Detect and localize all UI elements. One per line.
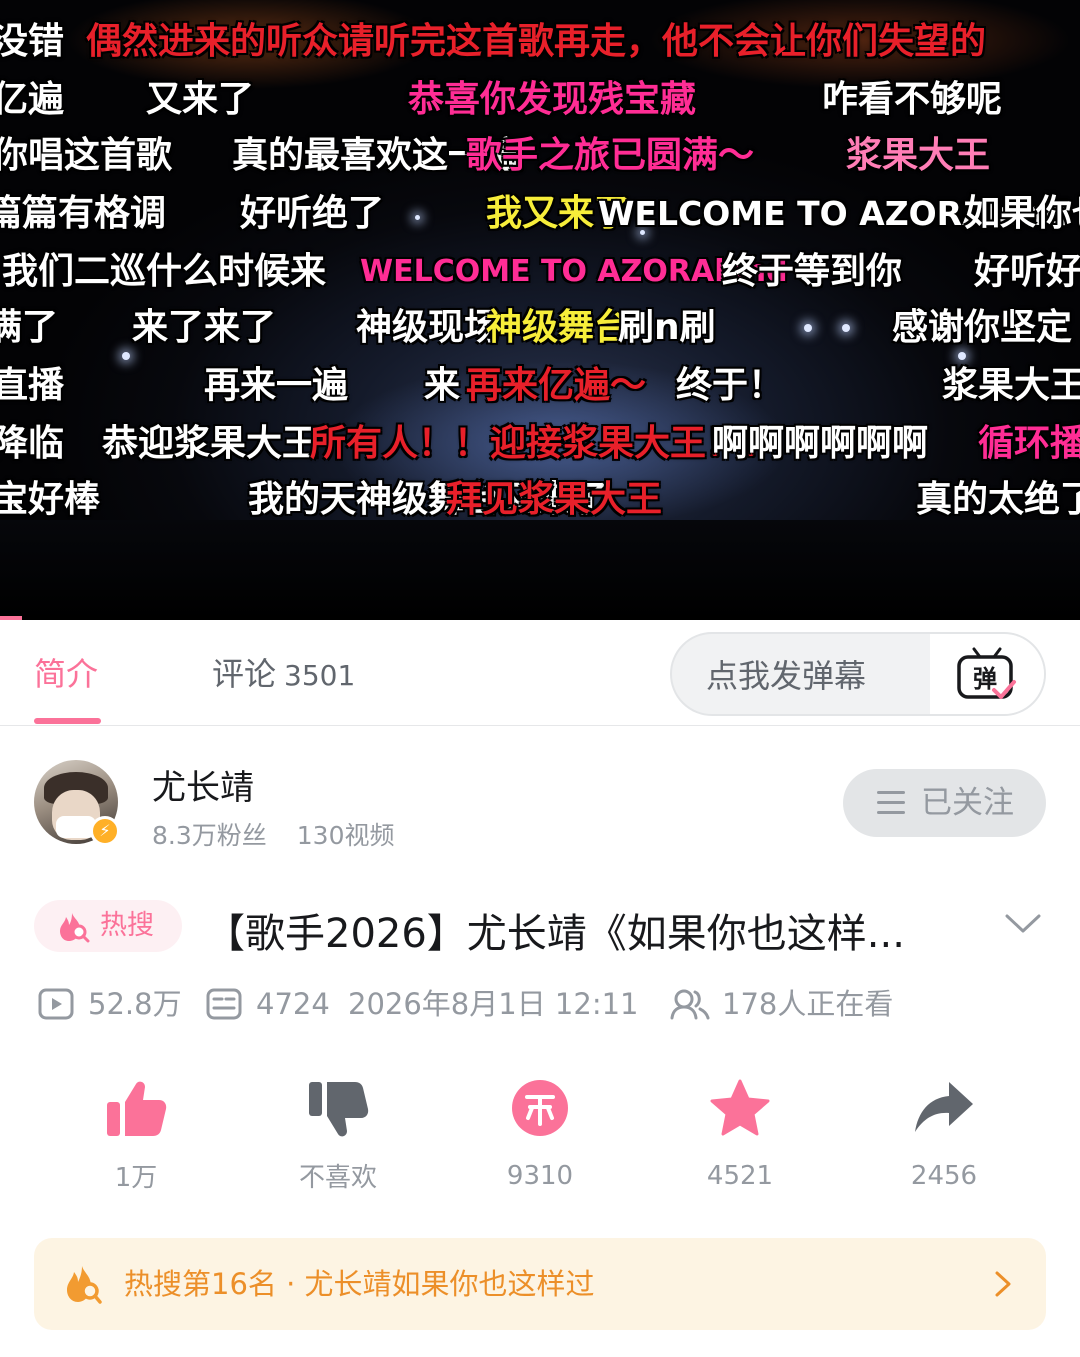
danmaku-comment: 歌手之旅已圆满～ <box>466 135 755 176</box>
video-player[interactable]: 没错 偶然进来的听众请听完这首歌再走，他不会让你们失望的 亿遍 又来了 恭喜你发… <box>0 0 1080 620</box>
share-button[interactable]: 2456 <box>874 1078 1014 1194</box>
uploader-name[interactable]: 尤长靖 <box>152 766 254 810</box>
hot-tag-label: 热搜 <box>100 910 154 941</box>
danmaku-comment: 再来一遍 <box>204 365 349 406</box>
danmaku-comment: 宝好棒 <box>0 479 101 520</box>
danmaku-count-icon <box>206 988 242 1020</box>
coin-icon <box>512 1080 568 1136</box>
like-count: 1万 <box>114 1163 158 1193</box>
danmaku-comment: 终于！ <box>676 365 785 406</box>
chevron-right-icon <box>995 1271 1011 1297</box>
tab-active-indicator <box>34 718 101 724</box>
tab-comments[interactable]: 评论 3501 <box>212 654 355 696</box>
star-icon <box>710 1079 770 1136</box>
thumbs-down-icon <box>309 1082 369 1137</box>
video-title[interactable]: 【歌手2026】尤长靖《如果你也这样... <box>205 908 965 960</box>
danmaku-toggle-icon: 弹 <box>957 647 1016 699</box>
danmaku-comment: 满了 <box>0 307 59 348</box>
coin-button[interactable]: 9310 <box>470 1078 610 1194</box>
hot-banner-text: 热搜第16名 · 尤长靖如果你也这样过 <box>124 1267 595 1301</box>
danmaku-comment: 浆果大王 <box>942 365 1080 406</box>
hot-search-banner[interactable]: 热搜第16名 · 尤长靖如果你也这样过 <box>34 1238 1046 1330</box>
uploader-info: ⚡ 尤长靖 8.3万粉丝 130视频 已关注 <box>0 726 1080 876</box>
publish-date: 2026年8月1日 12:11 <box>348 987 639 1021</box>
danmaku-comment: 没错 <box>0 21 65 62</box>
uploader-fans: 8.3万粉丝 <box>152 821 267 850</box>
stage-light <box>842 324 850 332</box>
danmaku-comment: 刷n刷 <box>618 307 716 348</box>
danmaku-comment: 亿遍 <box>0 79 65 120</box>
danmaku-comment: 拜见浆果大王 <box>446 479 663 520</box>
stage-light <box>415 215 420 220</box>
stage-light <box>122 352 130 360</box>
danmaku-comment: 我们二巡什么时候来 <box>2 251 327 292</box>
danmaku-comment: 好听绝了 <box>240 193 385 234</box>
uploader-videos: 130视频 <box>296 821 395 850</box>
danmaku-comment: 又来了 <box>146 79 255 120</box>
lightning-badge-icon: ⚡ <box>90 816 120 846</box>
tab-comments-label: 评论 <box>212 655 277 693</box>
fire-search-icon <box>60 913 90 943</box>
tab-bar: 简介 评论 3501 点我发弹幕 弹 <box>0 620 1080 726</box>
danmaku-comment: 恭迎浆果大王 <box>102 423 319 464</box>
like-button[interactable]: 1万 <box>66 1078 206 1196</box>
danmaku-comment: 如果你也 <box>964 193 1080 234</box>
favorite-button[interactable]: 4521 <box>670 1078 810 1194</box>
follow-label: 已关注 <box>921 785 1014 821</box>
danmaku-comment: 真的太绝了 <box>916 479 1080 520</box>
watching-users-icon <box>670 989 710 1020</box>
danmaku-comment: 啊啊啊啊啊啊 <box>712 423 929 464</box>
uploader-stats: 8.3万粉丝 130视频 <box>152 820 394 852</box>
danmaku-comment: 再来亿遍～ <box>466 365 647 406</box>
chevron-down-icon[interactable] <box>1004 912 1042 936</box>
danmaku-comment: 直播 <box>0 365 65 406</box>
watching-count: 178人正在看 <box>722 987 894 1021</box>
dislike-label: 不喜欢 <box>298 1163 377 1193</box>
coin-count: 9310 <box>506 1161 574 1191</box>
danmaku-comment: 所有人！！迎接浆果大王！！ <box>310 423 779 464</box>
danmaku-toggle-button[interactable]: 弹 <box>930 634 1044 714</box>
view-count: 52.8万 <box>88 987 182 1021</box>
danmaku-comment: 神级现场 <box>356 307 501 348</box>
tab-comments-count: 3501 <box>284 659 356 692</box>
danmaku-input[interactable]: 点我发弹幕 <box>706 656 866 696</box>
dislike-button[interactable]: 不喜欢 <box>268 1078 408 1196</box>
danmaku-comment: 神级舞台 <box>486 307 631 348</box>
danmaku-comment: 来了来了 <box>132 307 277 348</box>
danmaku-input-box[interactable]: 点我发弹幕 弹 <box>670 632 1046 716</box>
favorite-count: 4521 <box>706 1161 774 1191</box>
danmaku-comment: 循环播 <box>978 423 1080 464</box>
danmaku-comment: 你唱这首歌 <box>0 135 173 176</box>
hot-search-tag[interactable]: 热搜 <box>34 900 182 952</box>
share-arrow-icon <box>915 1082 973 1132</box>
danmaku-comment: 偶然进来的听众请听完这首歌再走，他不会让你们失望的 <box>86 21 987 62</box>
danmaku-comment: 终于等到你 <box>722 251 903 292</box>
danmaku-count: 4724 <box>256 987 330 1021</box>
menu-icon <box>877 791 905 814</box>
play-count-icon <box>38 988 74 1020</box>
share-count: 2456 <box>910 1161 978 1191</box>
stage-light <box>958 352 966 360</box>
thumbs-up-icon <box>107 1081 167 1136</box>
danmaku-comment: 来 <box>424 365 461 406</box>
danmaku-comment: 浆果大王 <box>846 135 991 176</box>
tab-intro[interactable]: 简介 <box>34 654 98 694</box>
danmaku-comment: 好听好 <box>974 251 1080 292</box>
danmaku-comment: 篇篇有格调 <box>0 193 167 234</box>
stage-light <box>804 324 812 332</box>
danmaku-comment: 感谢你坚定 <box>892 307 1073 348</box>
fire-search-icon <box>67 1266 102 1304</box>
followed-button[interactable]: 已关注 <box>843 769 1046 837</box>
danmaku-comment: 咋看不够呢 <box>822 79 1003 120</box>
danmaku-comment: 恭喜你发现残宝藏 <box>408 79 697 120</box>
stage-floor <box>0 520 1080 620</box>
danmaku-comment: 降临 <box>0 423 65 464</box>
